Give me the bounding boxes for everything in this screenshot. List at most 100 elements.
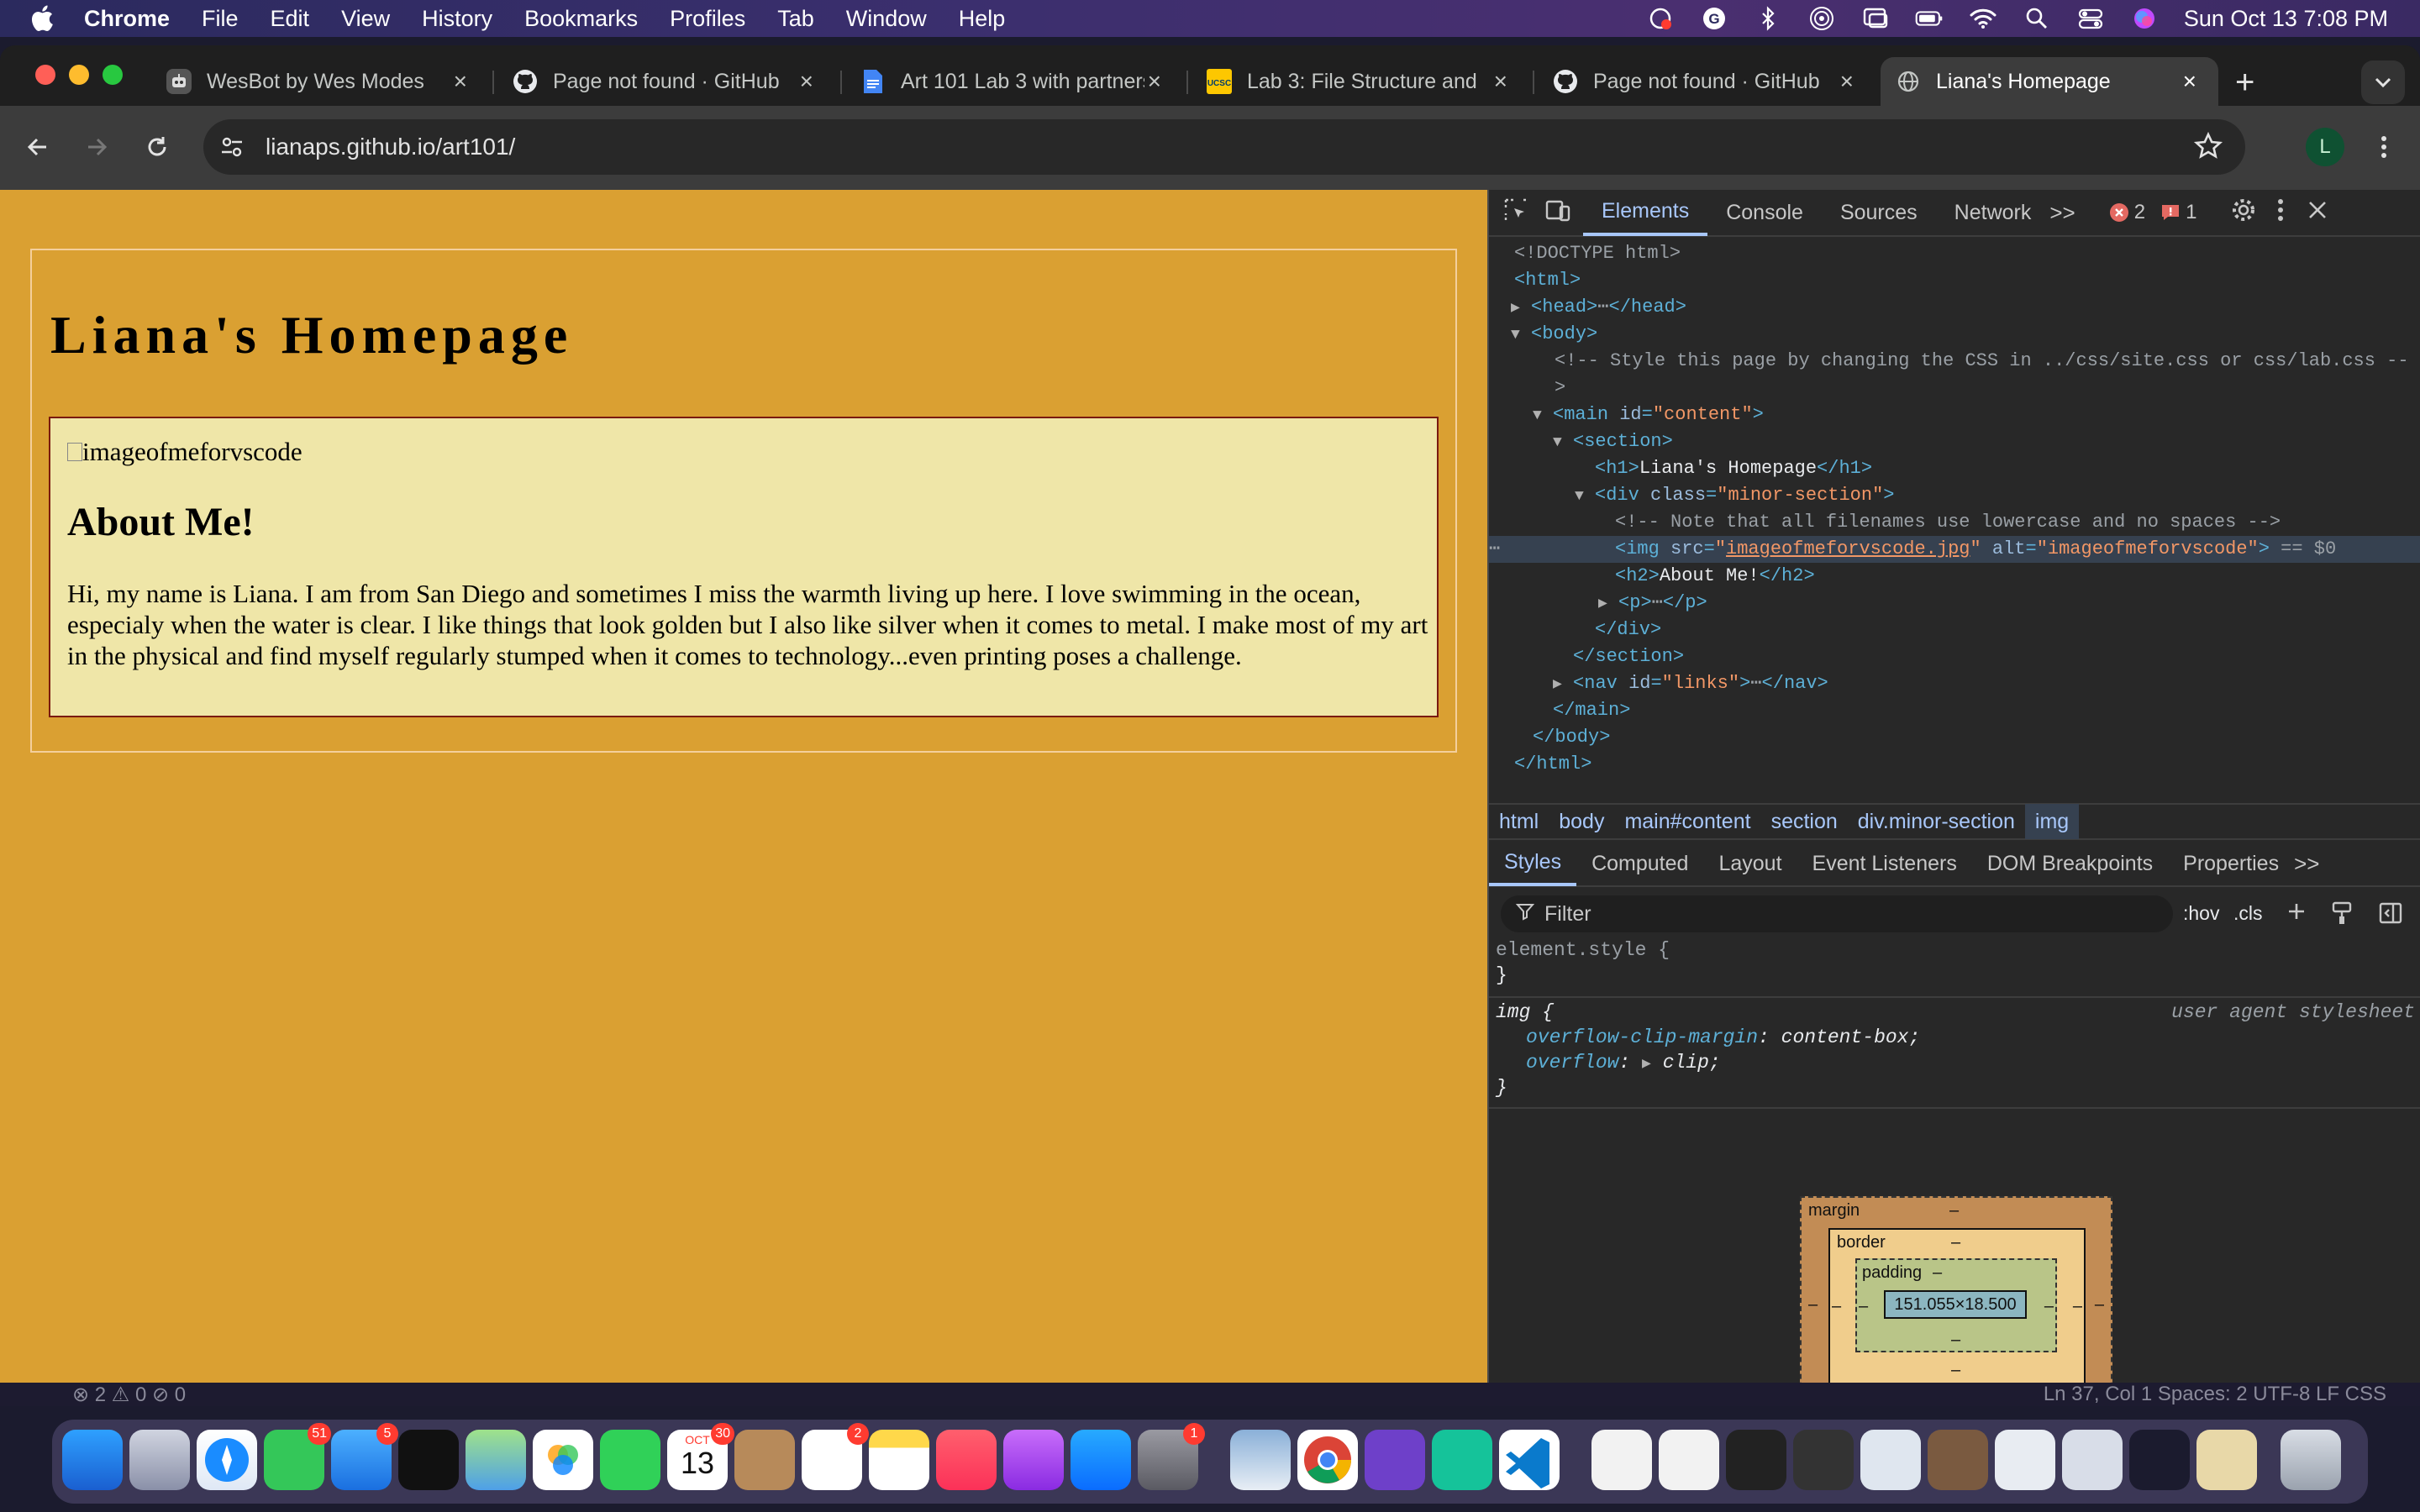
- expand-triangle-icon[interactable]: ▶: [1511, 300, 1520, 317]
- recent-file-thumbnail[interactable]: [2196, 1430, 2257, 1490]
- dom-node-head[interactable]: ▶ <head>⋯</head>: [1511, 294, 1686, 321]
- tab-github-404[interactable]: Page not found · GitHub ×: [497, 57, 835, 106]
- img-selector[interactable]: img {: [1496, 1000, 1554, 1025]
- reload-button[interactable]: [138, 128, 176, 166]
- new-style-rule-icon[interactable]: [2286, 900, 2311, 932]
- border-left-value[interactable]: –: [1832, 1297, 1841, 1316]
- photos-icon[interactable]: [533, 1430, 593, 1490]
- margin-left-value[interactable]: –: [1808, 1295, 1818, 1315]
- inspect-element-icon[interactable]: [1502, 197, 1529, 229]
- profile-avatar[interactable]: L: [2306, 128, 2344, 166]
- recent-file-thumbnail[interactable]: [2062, 1430, 2123, 1490]
- problems-count[interactable]: ⊗ 2 ⚠ 0 ⊘ 0: [72, 1383, 186, 1407]
- expand-triangle-icon[interactable]: ▶: [1598, 596, 1607, 612]
- tab-close-icon[interactable]: ×: [454, 68, 467, 95]
- grammarly-icon[interactable]: G: [1700, 6, 1728, 31]
- reminders-icon[interactable]: 2: [802, 1423, 869, 1490]
- github-desktop-icon[interactable]: [1365, 1430, 1425, 1490]
- tab-properties[interactable]: Properties: [2168, 841, 2294, 886]
- google-chrome-icon[interactable]: [1297, 1430, 1358, 1490]
- breadcrumb-div[interactable]: div.minor-section: [1848, 810, 2025, 834]
- tab-lianas-homepage[interactable]: Liana's Homepage ×: [1881, 57, 2218, 106]
- padding-left-value[interactable]: –: [1859, 1297, 1868, 1316]
- tab-sources[interactable]: Sources: [1822, 189, 1936, 236]
- tab-close-icon[interactable]: ×: [1840, 68, 1854, 95]
- docx-document-icon[interactable]: [1659, 1430, 1719, 1490]
- maps-icon[interactable]: [466, 1430, 526, 1490]
- dom-node-h2[interactable]: <h2>About Me!</h2>: [1615, 563, 1815, 590]
- error-count-icon[interactable]: 2: [2109, 201, 2145, 224]
- dom-node-img-selected[interactable]: ⋯ <img src="imageofmeforvscode.jpg" alt="…: [1489, 536, 2420, 563]
- address-bar[interactable]: lianaps.github.io/art101/: [203, 119, 2245, 175]
- issue-count-icon[interactable]: 1: [2160, 201, 2196, 224]
- tab-close-icon[interactable]: ×: [1148, 68, 1161, 95]
- menu-profiles[interactable]: Profiles: [670, 6, 745, 32]
- dom-node-section-close[interactable]: </section>: [1573, 643, 1684, 670]
- border-right-value[interactable]: –: [2073, 1297, 2082, 1316]
- battery-icon[interactable]: [1915, 6, 1944, 31]
- border-top-value[interactable]: –: [1951, 1233, 1960, 1252]
- breadcrumb-html[interactable]: html: [1489, 810, 1549, 834]
- bookmark-star-icon[interactable]: [2193, 131, 2223, 167]
- expand-triangle-icon[interactable]: ▶: [1553, 676, 1562, 693]
- menu-chrome[interactable]: Chrome: [84, 6, 170, 32]
- dom-comment-end[interactable]: >: [1555, 375, 1565, 402]
- breadcrumb-main[interactable]: main#content: [1614, 810, 1760, 834]
- cls-toggle[interactable]: .cls: [2233, 902, 2263, 925]
- content-box-size[interactable]: 151.055×18.500: [1884, 1290, 2027, 1319]
- tab-console[interactable]: Console: [1707, 189, 1822, 236]
- trash-icon[interactable]: [2281, 1430, 2341, 1490]
- facetime-icon[interactable]: [600, 1430, 660, 1490]
- tab-dom-breakpoints[interactable]: DOM Breakpoints: [1972, 841, 2168, 886]
- img-src-link[interactable]: imageofmeforvscode.jpg: [1726, 538, 1970, 559]
- new-tab-button[interactable]: +: [2235, 57, 2254, 108]
- grammarly-dock-icon[interactable]: [1432, 1430, 1492, 1490]
- menu-file[interactable]: File: [202, 6, 239, 32]
- podcasts-icon[interactable]: [1003, 1430, 1064, 1490]
- site-info-icon[interactable]: [215, 130, 249, 164]
- minimize-window-button[interactable]: [69, 65, 89, 85]
- breadcrumb-img[interactable]: img: [2024, 804, 2080, 839]
- collapse-triangle-icon[interactable]: ▼: [1575, 488, 1584, 505]
- dom-node-p[interactable]: ▶ <p>⋯</p>: [1598, 590, 1707, 617]
- ellipsis-icon[interactable]: ⋯: [1489, 536, 1500, 563]
- menu-tab[interactable]: Tab: [777, 6, 814, 32]
- tab-event-listeners[interactable]: Event Listeners: [1797, 841, 1972, 886]
- dom-node-html[interactable]: <html>: [1514, 267, 1581, 294]
- recent-file-thumbnail[interactable]: [1995, 1430, 2055, 1490]
- mail-icon[interactable]: 5: [331, 1423, 398, 1490]
- recent-file-thumbnail[interactable]: [1860, 1430, 1921, 1490]
- zoom-window-button[interactable]: [103, 65, 123, 85]
- tab-network[interactable]: Network: [1936, 189, 2050, 236]
- menu-window[interactable]: Window: [846, 6, 927, 32]
- margin-right-value[interactable]: –: [2095, 1295, 2104, 1315]
- back-button[interactable]: [18, 128, 57, 166]
- url-text[interactable]: lianaps.github.io/art101/: [266, 134, 515, 160]
- dom-comment[interactable]: <!-- Note that all filenames use lowerca…: [1615, 509, 2281, 536]
- tab-lab3[interactable]: UCSC Lab 3: File Structure and ×: [1192, 57, 1529, 106]
- airdrop-icon[interactable]: [1807, 6, 1836, 31]
- dom-node-html-close[interactable]: </html>: [1514, 751, 1591, 778]
- dom-node-body[interactable]: ▼ <body>: [1511, 321, 1597, 348]
- vscode-icon[interactable]: [1499, 1430, 1560, 1490]
- music-icon[interactable]: [936, 1430, 997, 1490]
- finder-icon[interactable]: [62, 1430, 123, 1490]
- recent-file-thumbnail[interactable]: [1726, 1430, 1786, 1490]
- forward-button[interactable]: [77, 128, 116, 166]
- safari-icon[interactable]: [197, 1430, 257, 1490]
- tab-close-icon[interactable]: ×: [2183, 68, 2196, 95]
- tab-elements[interactable]: Elements: [1583, 189, 1708, 236]
- tab-github-404-2[interactable]: Page not found · GitHub ×: [1538, 57, 1876, 106]
- contacts-icon[interactable]: [734, 1430, 795, 1490]
- dom-node-main[interactable]: ▼ <main id="content">: [1533, 402, 1764, 428]
- dom-node-nav[interactable]: ▶ <nav id="links">⋯</nav>: [1553, 670, 1828, 697]
- apple-menu-icon[interactable]: [29, 3, 59, 34]
- paint-brush-icon[interactable]: [2331, 900, 2353, 932]
- recent-file-thumbnail[interactable]: [1793, 1430, 1854, 1490]
- element-style-rule[interactable]: element.style {: [1496, 937, 1670, 963]
- screen-record-icon[interactable]: [1646, 6, 1675, 31]
- expand-triangle-icon[interactable]: ▶: [1642, 1056, 1651, 1073]
- app-store-icon[interactable]: [1071, 1430, 1131, 1490]
- more-tabs-icon[interactable]: >>: [2294, 851, 2319, 877]
- styles-filter-input[interactable]: Filter: [1501, 895, 2173, 932]
